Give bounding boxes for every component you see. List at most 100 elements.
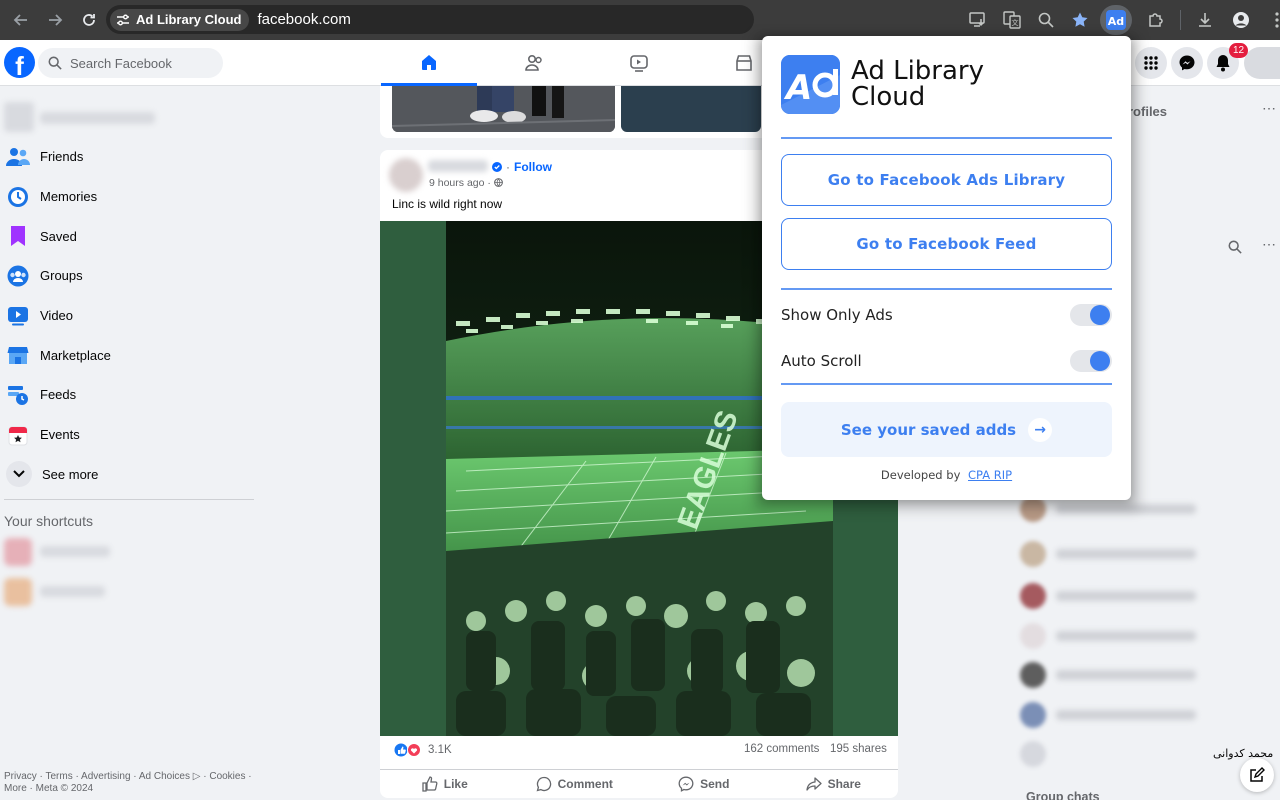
download-icon[interactable]	[1193, 8, 1217, 32]
story-card[interactable]	[392, 86, 615, 132]
shortcuts-heading: Your shortcuts	[4, 513, 93, 529]
tab-home[interactable]	[381, 40, 477, 86]
tune-icon	[117, 14, 129, 25]
contact-row[interactable]	[1020, 541, 1220, 567]
feeds-icon	[6, 383, 30, 407]
popup-title-line-1: Ad Library	[851, 56, 985, 86]
show-only-ads-toggle[interactable]	[1070, 304, 1112, 326]
group-chats-heading: Group chats	[1026, 790, 1100, 800]
share-arrow-icon	[805, 776, 822, 791]
comment-button[interactable]: Comment	[510, 770, 640, 797]
ad-library-cloud-logo-icon: A	[781, 55, 840, 114]
sidebar-item-marketplace[interactable]: Marketplace	[0, 335, 260, 375]
profile-icon[interactable]	[1229, 8, 1253, 32]
profile-name-blurred[interactable]	[40, 112, 155, 124]
share-button[interactable]: Share	[769, 770, 899, 797]
contact-row[interactable]	[1020, 662, 1220, 688]
address-bar-actions: 文	[966, 0, 1092, 40]
back-button[interactable]	[8, 7, 34, 33]
post-author-avatar[interactable]	[389, 158, 423, 192]
account-avatar[interactable]	[1244, 47, 1280, 79]
follow-link[interactable]: · Follow	[492, 160, 552, 174]
go-to-feed-button[interactable]: Go to Facebook Feed	[781, 218, 1112, 270]
sidebar-item-friends[interactable]: Friends	[0, 137, 260, 177]
footer-line-1[interactable]: Privacy · Terms · Advertising · Ad Choic…	[4, 771, 264, 783]
facebook-search-input[interactable]: Search Facebook	[38, 48, 223, 78]
story-photo	[392, 86, 615, 132]
saved-ads-label: See your saved adds	[840, 420, 1017, 439]
messenger-send-icon	[678, 776, 694, 792]
contact-row[interactable]	[1020, 623, 1220, 649]
translate-icon[interactable]: 文	[1000, 8, 1024, 32]
sidebar-item-memories[interactable]: Memories	[0, 177, 260, 217]
contact-row[interactable]	[1020, 741, 1220, 767]
bookmark-star-icon[interactable]	[1068, 8, 1092, 32]
auto-scroll-toggle[interactable]	[1070, 350, 1112, 372]
tab-video[interactable]	[591, 40, 687, 86]
shares-count[interactable]: 195 shares	[830, 743, 887, 755]
contact-row[interactable]	[1020, 702, 1220, 728]
sidebar-item-label: Friends	[40, 149, 84, 165]
notification-count-badge: 12	[1229, 43, 1249, 58]
menu-grid-button[interactable]	[1135, 47, 1167, 79]
shortcut-avatar-2[interactable]	[4, 578, 32, 606]
home-icon	[422, 54, 436, 70]
comments-count[interactable]: 162 comments	[744, 743, 819, 755]
shortcut-avatar-1[interactable]	[4, 538, 32, 566]
go-to-ads-library-button[interactable]: Go to Facebook Ads Library	[781, 154, 1112, 206]
popup-divider	[781, 383, 1112, 385]
left-navigation: Friends Memories Saved Groups Video Mark…	[0, 137, 260, 494]
reaction-summary[interactable]: 3.1K	[394, 743, 452, 757]
sidebar-item-video[interactable]: Video	[0, 296, 260, 336]
contacts-search-icon[interactable]	[1228, 240, 1242, 254]
saved-ads-button[interactable]: See your saved adds →	[781, 402, 1112, 457]
popup-title-line-2: Cloud	[851, 82, 926, 112]
toolbar-divider	[1180, 10, 1181, 30]
more-options-icon[interactable]	[1265, 8, 1280, 32]
extensions-puzzle-icon[interactable]	[1144, 8, 1168, 32]
sidebar-item-see-more[interactable]: See more	[0, 455, 260, 495]
developer-link[interactable]: CPA RIP	[968, 468, 1012, 482]
story-card[interactable]	[621, 86, 761, 132]
friends-icon	[6, 145, 30, 169]
tab-friends[interactable]	[486, 40, 582, 86]
zoom-icon[interactable]	[1034, 8, 1058, 32]
ad-library-extension-button[interactable]: Ad	[1100, 5, 1132, 35]
post-author-name[interactable]	[428, 160, 488, 172]
forward-button[interactable]	[42, 7, 68, 33]
send-button[interactable]: Send	[639, 770, 769, 797]
footer-line-2[interactable]: More · Meta © 2024	[4, 783, 264, 795]
shortcut-name-2[interactable]	[40, 586, 105, 597]
sidebar-item-events[interactable]: Events	[0, 415, 260, 455]
video-tab-icon	[630, 55, 648, 72]
svg-text:A: A	[783, 68, 812, 108]
profiles-more-icon[interactable]: ⋯	[1262, 100, 1276, 117]
sidebar-item-label: Saved	[40, 228, 77, 244]
new-message-button[interactable]	[1240, 758, 1274, 792]
reload-icon	[83, 14, 95, 26]
contacts-more-icon[interactable]: ⋯	[1262, 236, 1276, 253]
shortcut-name-1[interactable]	[40, 546, 110, 557]
search-icon	[48, 56, 62, 70]
contact-row[interactable]	[1020, 583, 1220, 609]
share-label: Share	[827, 776, 861, 791]
install-app-icon[interactable]	[966, 8, 990, 32]
facebook-logo-icon[interactable]: f	[4, 47, 35, 78]
like-button[interactable]: Like	[380, 770, 510, 797]
post-timestamp[interactable]: 9 hours ago ·	[429, 177, 503, 189]
site-info-chip[interactable]: Ad Library Cloud	[110, 8, 250, 31]
messenger-button[interactable]	[1171, 47, 1203, 79]
browser-toolbar: Ad Library Cloud facebook.com 文 Ad	[0, 0, 1280, 40]
contact-name-rtl[interactable]: محمد کدوانی	[1213, 747, 1273, 760]
sidebar-item-label: Groups	[40, 268, 83, 284]
sidebar-item-feeds[interactable]: Feeds	[0, 375, 260, 415]
address-bar[interactable]: Ad Library Cloud facebook.com	[106, 5, 754, 34]
reaction-count: 3.1K	[428, 744, 452, 756]
sidebar-item-label: Feeds	[40, 387, 77, 403]
reload-button[interactable]	[76, 7, 102, 33]
bell-icon	[1216, 55, 1230, 72]
memories-icon	[6, 185, 30, 209]
profile-avatar-blurred[interactable]	[4, 102, 34, 132]
sidebar-item-saved[interactable]: Saved	[0, 216, 260, 256]
sidebar-item-groups[interactable]: Groups	[0, 256, 260, 296]
